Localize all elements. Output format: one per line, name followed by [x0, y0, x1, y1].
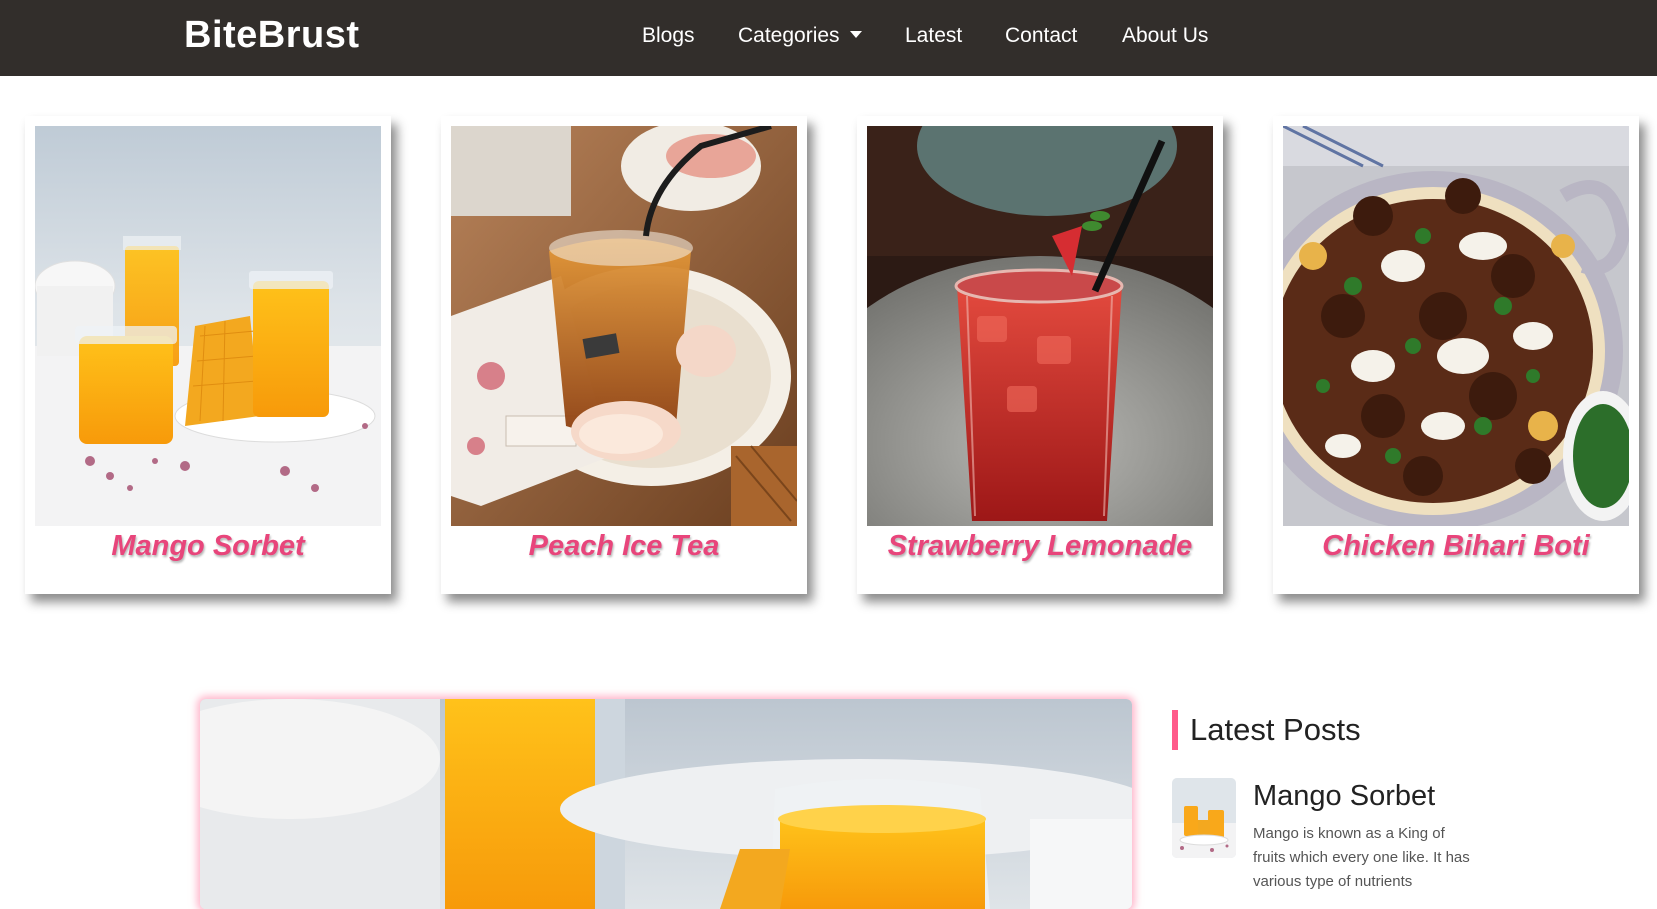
card-image-mango-sorbet[interactable]	[35, 126, 381, 526]
nav-dropdown-categories[interactable]: Categories	[738, 24, 862, 48]
card-image-chicken-bihari-boti[interactable]	[1283, 126, 1629, 526]
recipe-card-peach-ice-tea[interactable]: Peach Ice Tea	[441, 116, 807, 594]
featured-post-image[interactable]	[200, 699, 1132, 909]
recipe-card-mango-sorbet[interactable]: Mango Sorbet	[25, 116, 391, 594]
nav-link-latest[interactable]: Latest	[905, 24, 962, 48]
navbar: BiteBrust Blogs Categories Latest Contac…	[0, 0, 1657, 76]
card-title[interactable]: Chicken Bihari Boti	[1273, 530, 1639, 563]
nav-link-blogs[interactable]: Blogs	[642, 24, 695, 48]
card-image-peach-ice-tea[interactable]	[451, 126, 797, 526]
nav-link-contact[interactable]: Contact	[1005, 24, 1077, 48]
card-title[interactable]: Strawberry Lemonade	[857, 530, 1223, 563]
post-excerpt: Mango is known as a King of fruits which…	[1253, 825, 1470, 890]
post-thumbnail[interactable]	[1172, 778, 1236, 858]
post-title[interactable]: Mango Sorbet	[1253, 780, 1435, 813]
nav-link-categories-label: Categories	[738, 24, 840, 47]
card-title[interactable]: Mango Sorbet	[25, 530, 391, 563]
recipe-card-strawberry-lemonade[interactable]: Strawberry Lemonade	[857, 116, 1223, 594]
brand-logo[interactable]: BiteBrust	[184, 14, 360, 57]
card-image-strawberry-lemonade[interactable]	[867, 126, 1213, 526]
recipe-card-chicken-bihari-boti[interactable]: Chicken Bihari Boti	[1273, 116, 1639, 594]
sidebar-heading: Latest Posts	[1172, 710, 1361, 750]
chevron-down-icon	[849, 30, 862, 38]
card-title[interactable]: Peach Ice Tea	[441, 530, 807, 563]
nav-link-about-us[interactable]: About Us	[1122, 24, 1208, 48]
